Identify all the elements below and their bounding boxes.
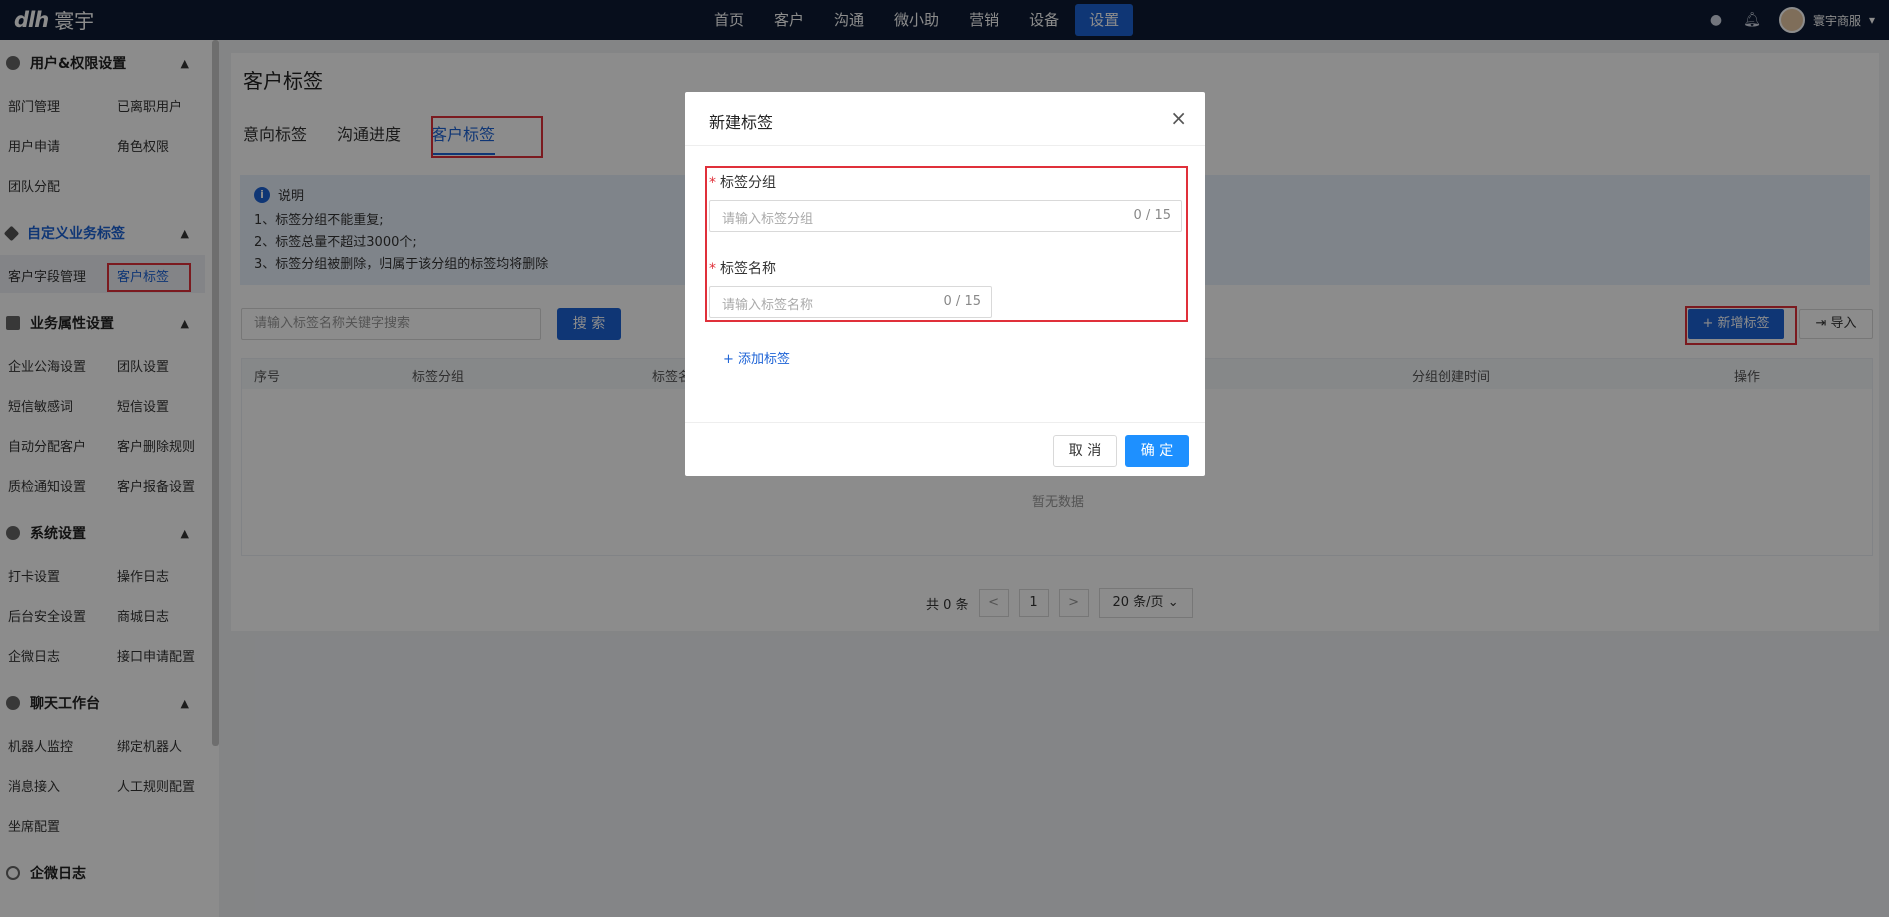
modal-title: 新建标签 (709, 113, 774, 132)
plus-icon: + (723, 352, 739, 367)
highlight-form-fields (705, 166, 1188, 322)
new-tag-modal: 新建标签 × * 标签分组 请输入标签分组 0 / 15 * 标签名称 请输入标签名… (685, 92, 1205, 476)
close-icon[interactable]: × (1170, 106, 1187, 130)
cancel-button[interactable]: 取 消 (1053, 435, 1117, 467)
modal-header: 新建标签 × (685, 92, 1205, 146)
modal-footer: 取 消 确 定 (685, 422, 1205, 476)
add-tag-link[interactable]: + 添加标签 (723, 348, 790, 367)
add-tag-label: 添加标签 (738, 352, 791, 367)
confirm-button[interactable]: 确 定 (1125, 435, 1189, 467)
